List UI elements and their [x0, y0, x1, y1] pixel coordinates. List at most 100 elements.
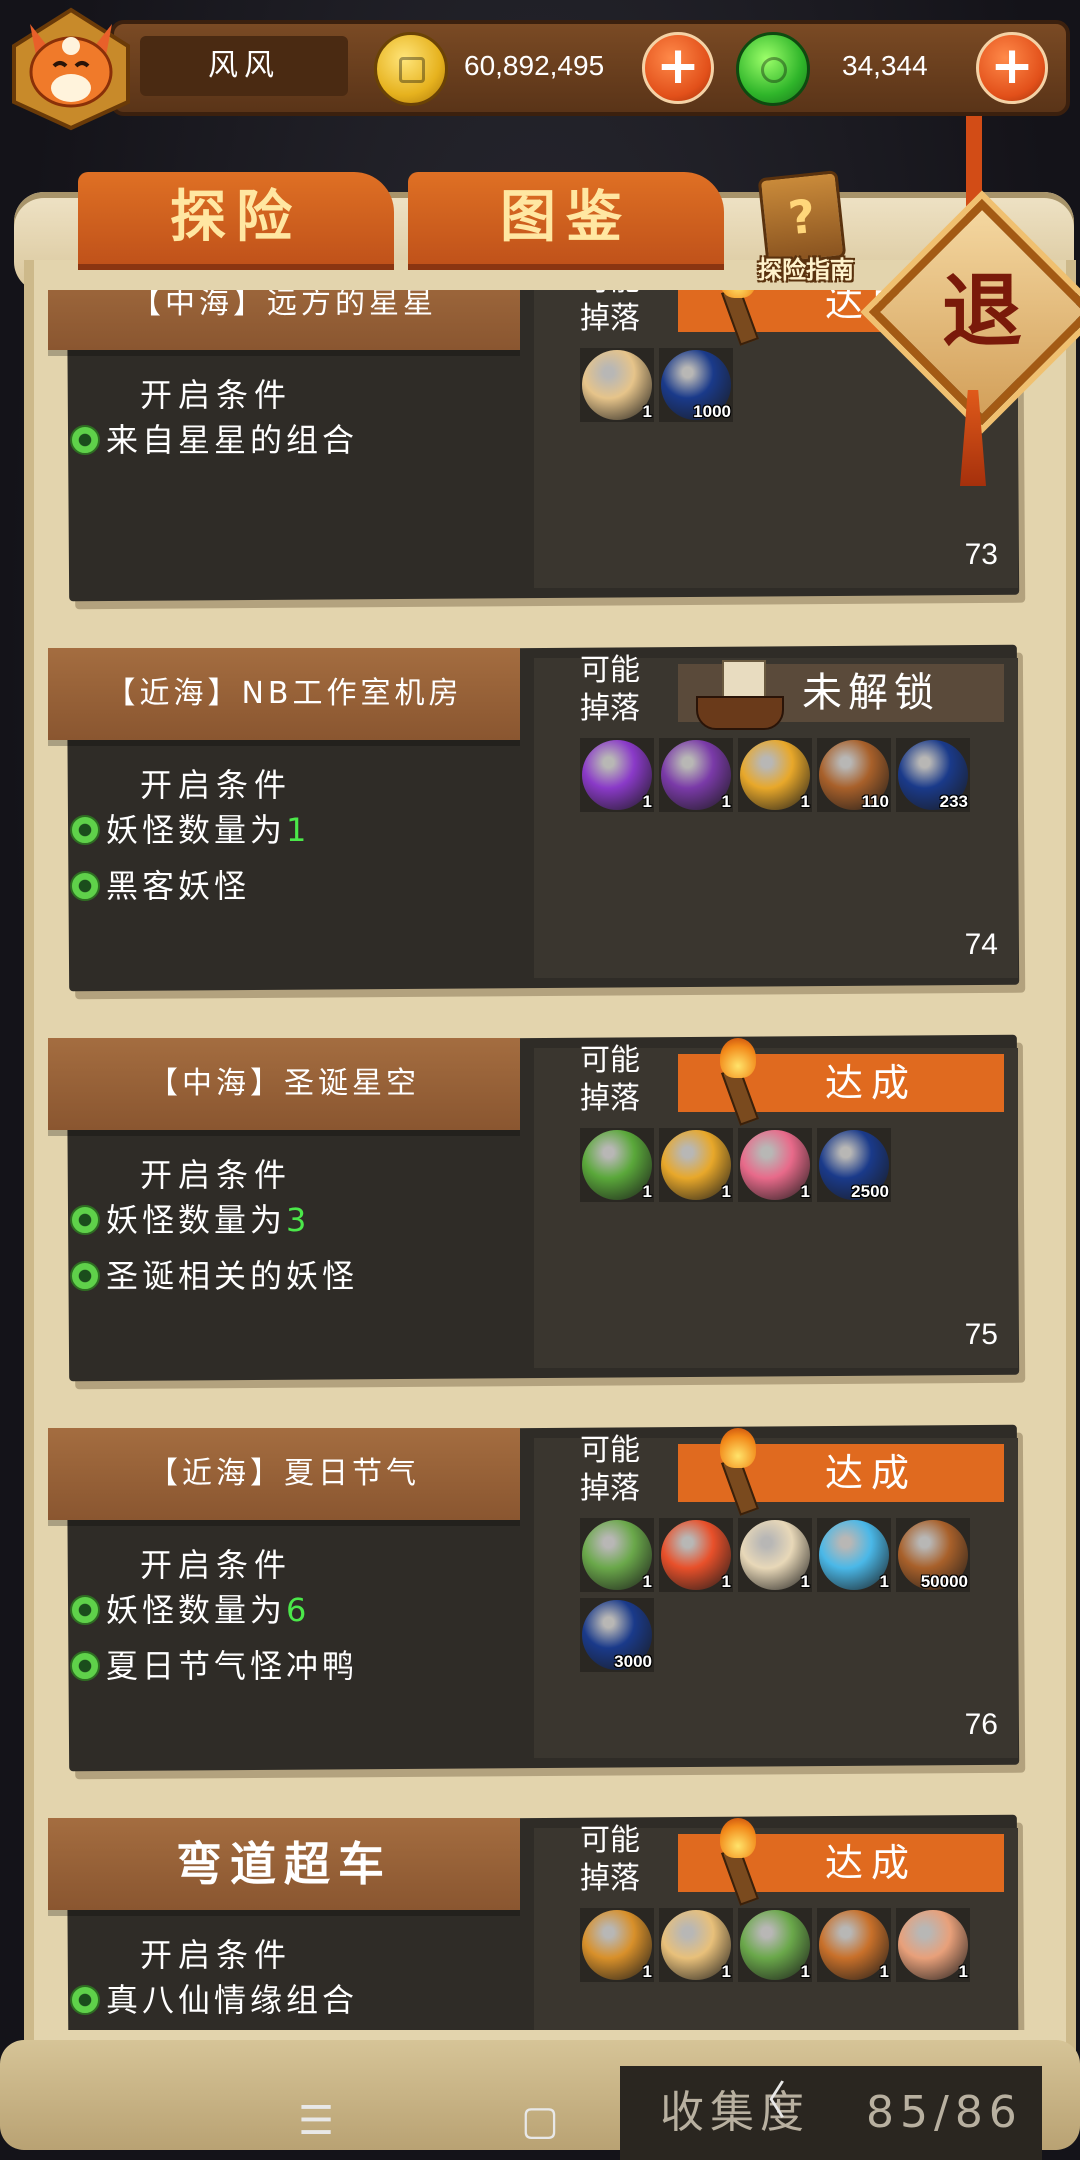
card-title: 【中海】远方的星星 — [48, 290, 520, 350]
leaf-icon[interactable]: 1 — [580, 1518, 654, 1592]
jade-coin-icon — [736, 32, 810, 106]
condition-heading: 开启条件 — [140, 766, 293, 804]
expedition-card[interactable]: 【近海】夏日节气 开启条件 妖怪数量为6 夏日节气怪冲鸭 可能 掉落 达成 1 1 1 1 50000… — [34, 1424, 1020, 1772]
condition-item: 妖怪数量为3 — [70, 1200, 310, 1240]
item-count: 1 — [800, 1962, 810, 1981]
condition-text: 黑客妖怪 — [106, 867, 251, 905]
treasure-box-icon[interactable]: 1 — [580, 1908, 654, 1982]
star-sun-icon[interactable]: 1 — [580, 348, 654, 422]
purple-eye-icon[interactable]: 1 — [580, 738, 654, 812]
explore-guide-button[interactable]: ? 探险指南 — [744, 170, 864, 290]
check-dot-icon — [70, 1651, 100, 1681]
gold-bag-icon[interactable]: 110 — [817, 738, 891, 812]
torch-icon — [706, 1038, 766, 1126]
exit-label[interactable]: 退 — [902, 232, 1062, 392]
rice-cake-icon[interactable]: 1 — [738, 1518, 812, 1592]
item-count: 50000 — [920, 1572, 968, 1591]
item-count: 3000 — [614, 1652, 652, 1671]
home-icon[interactable]: ▢ — [500, 2082, 580, 2160]
item-orb — [898, 1910, 968, 1980]
card-number: 73 — [964, 538, 998, 571]
back-icon[interactable]: 〈 — [726, 2062, 806, 2140]
expedition-list[interactable]: 【中海】远方的星星开启条件来自星星的组合可能掉落达成1100073【近海】NB工… — [34, 290, 1034, 2030]
gourd-icon[interactable]: 1 — [896, 1908, 970, 1982]
expedition-card[interactable]: 弯道超车 开启条件 真八仙情缘组合 可能 掉落 达成 1 1 1 1 1 — [34, 1814, 1020, 2030]
sword-icon[interactable]: 1 — [659, 1908, 733, 1982]
expedition-card[interactable]: 【中海】圣诞星空 开启条件 妖怪数量为3 圣诞相关的妖怪 可能 掉落 达成 1 1 1 2500 75 — [34, 1034, 1020, 1382]
condition-item: 黑客妖怪 — [70, 866, 250, 906]
drop-label-line1: 可能 — [580, 1433, 640, 1468]
fire-rune-icon[interactable]: 1 — [659, 1518, 733, 1592]
axe-icon[interactable]: 1 — [738, 1908, 812, 1982]
possible-drop-label: 可能掉落 — [580, 1042, 660, 1118]
drop-label-line2: 掉落 — [580, 301, 640, 336]
candy-cane-icon[interactable]: 1 — [738, 1128, 812, 1202]
item-orb — [582, 740, 652, 810]
add-gold-button[interactable]: + — [642, 32, 714, 104]
item-count: 233 — [939, 792, 968, 811]
drop-label-line1: 可能 — [580, 290, 660, 300]
item-orb — [661, 1520, 731, 1590]
item-count: 1 — [642, 402, 652, 421]
check-dot-icon — [70, 1261, 100, 1291]
jade-amount: 34,344 — [842, 50, 928, 81]
item-count: 1 — [642, 792, 652, 811]
blue-flame-icon[interactable]: 3000 — [580, 1598, 654, 1672]
condition-heading: 开启条件 — [140, 1546, 293, 1584]
item-count: 1 — [800, 1572, 810, 1591]
check-dot-icon — [70, 871, 100, 901]
possible-drop-label: 可能掉落 — [580, 652, 660, 728]
check-dot-icon — [70, 1595, 100, 1625]
condition-number: 6 — [286, 1591, 311, 1629]
ice-crystal-icon[interactable]: 1 — [817, 1518, 891, 1592]
check-dot-icon — [70, 1985, 100, 2015]
blue-flame-icon[interactable]: 2500 — [817, 1128, 891, 1202]
check-dot-icon — [70, 1205, 100, 1235]
condition-heading: 开启条件 — [140, 1156, 293, 1194]
expedition-card[interactable]: 【中海】远方的星星开启条件来自星星的组合可能掉落达成1100073 — [34, 290, 1020, 602]
tab-handbook[interactable]: 图鉴 — [408, 172, 724, 264]
check-dot-icon — [70, 425, 100, 455]
menu-icon[interactable]: ☰ — [276, 2082, 356, 2160]
golden-beetle-icon[interactable]: 1 — [738, 738, 812, 812]
bell-icon[interactable]: 1 — [659, 1128, 733, 1202]
condition-number: 1 — [286, 811, 311, 849]
condition-heading: 开启条件 — [140, 376, 293, 414]
drop-label-line2: 掉落 — [580, 691, 640, 726]
item-orb — [582, 1130, 652, 1200]
collection-value: 85/86 — [866, 2087, 1023, 2138]
item-count: 1 — [642, 1182, 652, 1201]
item-count: 1 — [721, 1182, 731, 1201]
condition-number: 3 — [286, 1201, 311, 1239]
expedition-card[interactable]: 【近海】NB工作室机房 开启条件 妖怪数量为1 黑客妖怪 可能 掉落 未解锁 1 1 1 110 23… — [34, 644, 1020, 992]
item-orb — [740, 1520, 810, 1590]
item-orb — [740, 1130, 810, 1200]
torch-icon — [706, 1428, 766, 1516]
add-jade-button[interactable]: + — [976, 32, 1048, 104]
condition-text: 圣诞相关的妖怪 — [106, 1257, 359, 1295]
blue-flame-icon[interactable]: 233 — [896, 738, 970, 812]
item-orb — [661, 1130, 731, 1200]
condition-text: 真八仙情缘组合 — [106, 1981, 359, 2019]
holly-icon[interactable]: 1 — [580, 1128, 654, 1202]
gold-bag-icon[interactable]: 50000 — [896, 1518, 970, 1592]
guide-label: 探险指南 — [758, 256, 854, 284]
torch-icon — [706, 290, 766, 346]
item-count: 1 — [800, 1182, 810, 1201]
drop-label-line1: 可能 — [580, 653, 640, 688]
condition-item: 妖怪数量为1 — [70, 810, 310, 850]
possible-drop-label: 可能掉落 — [580, 1822, 660, 1898]
condition-text: 来自星星的组合 — [106, 421, 359, 459]
possible-drop-label: 可能掉落 — [580, 290, 660, 338]
condition-item: 圣诞相关的妖怪 — [70, 1256, 358, 1296]
gold-amount: 60,892,495 — [464, 50, 605, 81]
lantern-icon[interactable]: 1 — [817, 1908, 891, 1982]
item-orb — [582, 1520, 652, 1590]
item-count: 110 — [861, 792, 889, 811]
fox-avatar-icon[interactable] — [8, 6, 134, 132]
blue-flame-icon[interactable]: 1000 — [659, 348, 733, 422]
card-title: 【近海】NB工作室机房 — [48, 648, 520, 740]
tab-explore[interactable]: 探险 — [78, 172, 394, 264]
possible-drop-label: 可能掉落 — [580, 1432, 660, 1508]
demon-mask-icon[interactable]: 1 — [659, 738, 733, 812]
